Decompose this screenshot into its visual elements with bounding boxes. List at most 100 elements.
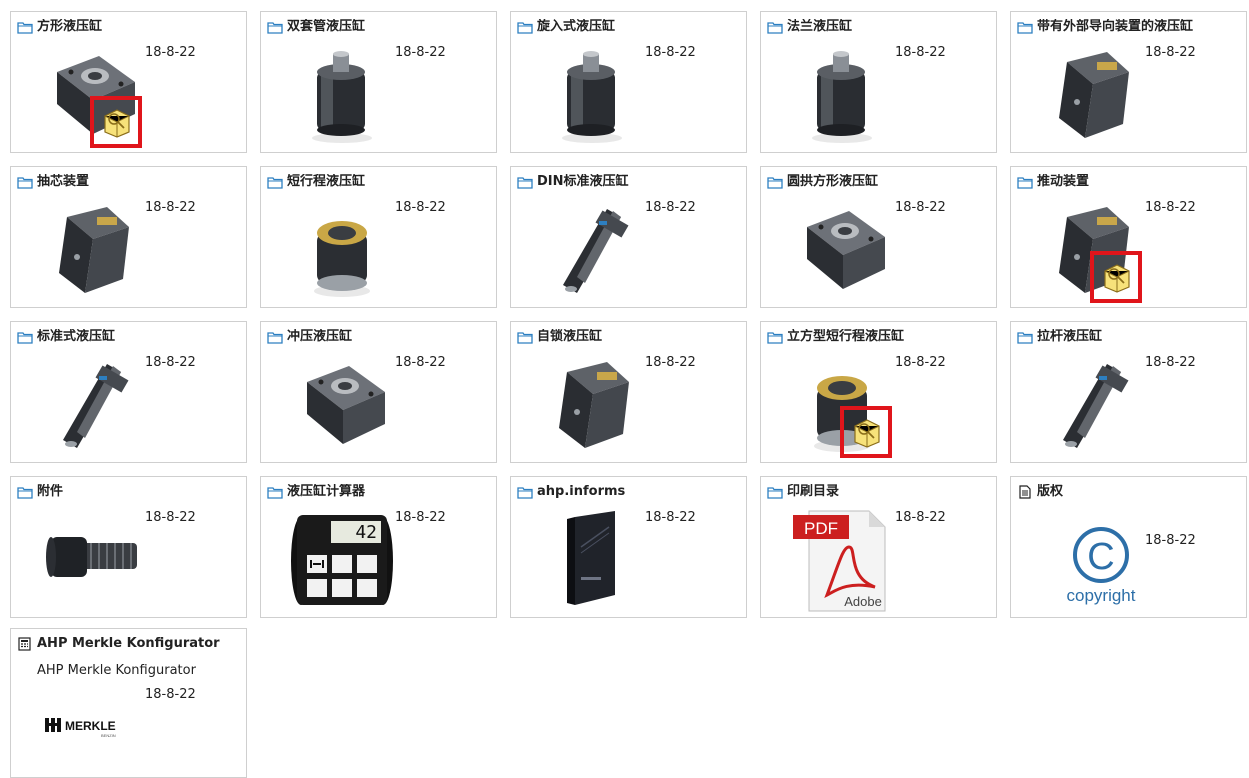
tile-header: 抽芯装置 [17,173,240,191]
tile-date: 18-8-22 [145,355,196,370]
tile-date: 18-8-22 [895,510,946,525]
tile-thumbnail[interactable]: C copyright [1047,509,1157,615]
tile-thumbnail[interactable] [287,197,397,303]
tile-header: DIN标准液压缸 [517,173,740,191]
tile-thumbnail[interactable] [287,42,397,148]
folder-icon [767,175,787,189]
tile-title[interactable]: 带有外部导向装置的液压缸 [1037,19,1193,35]
tile-item[interactable]: 旋入式液压缸 18-8-22 [510,11,747,153]
tile-title[interactable]: 标准式液压缸 [37,329,115,345]
folder-icon [17,175,37,189]
tile-header: 推动装置 [1017,173,1240,191]
folder-icon [517,175,537,189]
tile-title[interactable]: 印刷目录 [787,484,839,500]
svg-text:MERKLE: MERKLE [65,719,116,733]
svg-text:PDF: PDF [804,519,838,538]
tile-date: 18-8-22 [895,200,946,215]
folder-icon [267,485,287,499]
tile-thumbnail[interactable]: 42 [287,507,397,613]
tile-title[interactable]: 拉杆液压缸 [1037,329,1102,345]
tile-header: 双套管液压缸 [267,18,490,36]
tile-title[interactable]: 冲压液压缸 [287,329,352,345]
tile-thumbnail[interactable] [37,197,147,303]
folder-icon [517,485,537,499]
tile-date: 18-8-22 [1145,533,1196,548]
tile-header: ahp.informs [517,483,740,501]
tile-date: 18-8-22 [895,45,946,60]
tile-item[interactable]: 抽芯装置 18-8-22 [10,166,247,308]
tile-title[interactable]: 短行程液压缸 [287,174,365,190]
folder-icon [17,485,37,499]
tile-thumbnail[interactable] [1037,42,1147,148]
tile-date: 18-8-22 [645,200,696,215]
tile-title[interactable]: 双套管液压缸 [287,19,365,35]
tile-item[interactable]: 立方型短行程液压缸 18-8-22 [760,321,997,463]
tile-item[interactable]: 拉杆液压缸 18-8-22 [1010,321,1247,463]
tile-header: 拉杆液压缸 [1017,328,1240,346]
tile-title[interactable]: 版权 [1037,484,1063,500]
tile-thumbnail[interactable] [37,352,147,458]
tile-item[interactable]: 印刷目录 PDF Adobe 18-8-22 [760,476,997,618]
tile-title[interactable]: 自锁液压缸 [537,329,602,345]
tile-date: 18-8-22 [895,355,946,370]
tile-thumbnail[interactable] [37,507,147,613]
tile-date: 18-8-22 [645,355,696,370]
tile-item[interactable]: 标准式液压缸 18-8-22 [10,321,247,463]
tile-title[interactable]: 附件 [37,484,63,500]
tile-thumbnail[interactable] [787,42,897,148]
tile-item[interactable]: 附件 18-8-22 [10,476,247,618]
package-badge-icon[interactable] [90,96,142,148]
tile-item[interactable]: 冲压液压缸 18-8-22 [260,321,497,463]
tile-item[interactable]: ahp.informs 18-8-22 [510,476,747,618]
folder-icon [1017,330,1037,344]
tile-title[interactable]: 法兰液压缸 [787,19,852,35]
tile-title[interactable]: 旋入式液压缸 [537,19,615,35]
folder-icon [767,20,787,34]
tile-title[interactable]: ahp.informs [537,484,625,500]
package-badge-icon[interactable] [840,406,892,458]
tile-header: 短行程液压缸 [267,173,490,191]
tile-item[interactable]: 法兰液压缸 18-8-22 [760,11,997,153]
folder-icon [767,330,787,344]
tile-date: 18-8-22 [395,510,446,525]
tile-item[interactable]: 双套管液压缸 18-8-22 [260,11,497,153]
tile-header: 印刷目录 [767,483,990,501]
tile-item[interactable]: 液压缸计算器 42 18-8-22 [260,476,497,618]
tile-date: 18-8-22 [1145,45,1196,60]
tile-title[interactable]: DIN标准液压缸 [537,174,629,190]
tile-thumbnail[interactable] [287,352,397,458]
tile-thumbnail[interactable] [537,197,647,303]
tile-item[interactable]: 版权 C copyright 18-8-22 [1010,476,1247,618]
tile-title[interactable]: 抽芯装置 [37,174,89,190]
package-badge-icon[interactable] [1090,251,1142,303]
tile-thumbnail[interactable] [537,352,647,458]
tile-item[interactable]: 方形液压缸 18-8-22 [10,11,247,153]
tile-date: 18-8-22 [645,510,696,525]
tile-thumbnail[interactable] [537,42,647,148]
tile-title[interactable]: 圆拱方形液压缸 [787,174,878,190]
tile-header: 方形液压缸 [17,18,240,36]
tile-title[interactable]: 方形液压缸 [37,19,102,35]
tile-item[interactable]: 短行程液压缸 18-8-22 [260,166,497,308]
tile-date: 18-8-22 [1145,200,1196,215]
tile-thumbnail[interactable] [787,197,897,303]
tile-date: 18-8-22 [395,355,446,370]
folder-icon [17,330,37,344]
tile-title[interactable]: 推动装置 [1037,174,1089,190]
tile-date: 18-8-22 [145,200,196,215]
tile-item[interactable]: 推动装置 18-8-22 [1010,166,1247,308]
tile-thumbnail[interactable] [1037,352,1147,458]
tile-item[interactable]: 自锁液压缸 18-8-22 [510,321,747,463]
tile-item[interactable]: DIN标准液压缸 18-8-22 [510,166,747,308]
tile-title[interactable]: 液压缸计算器 [287,484,365,500]
tile-item[interactable]: 带有外部导向装置的液压缸 18-8-22 [1010,11,1247,153]
tile-header: 立方型短行程液压缸 [767,328,990,346]
folder-icon [767,485,787,499]
tile-title[interactable]: 立方型短行程液压缸 [787,329,904,345]
tile-header: 冲压液压缸 [267,328,490,346]
tile-thumbnail[interactable]: PDF Adobe [787,507,897,613]
tile-title[interactable]: AHP Merkle Konfigurator [37,636,220,652]
konfigurator-tile[interactable]: AHP Merkle Konfigurator AHP Merkle Konfig… [10,628,247,778]
tile-thumbnail[interactable] [537,507,647,613]
tile-item[interactable]: 圆拱方形液压缸 18-8-22 [760,166,997,308]
